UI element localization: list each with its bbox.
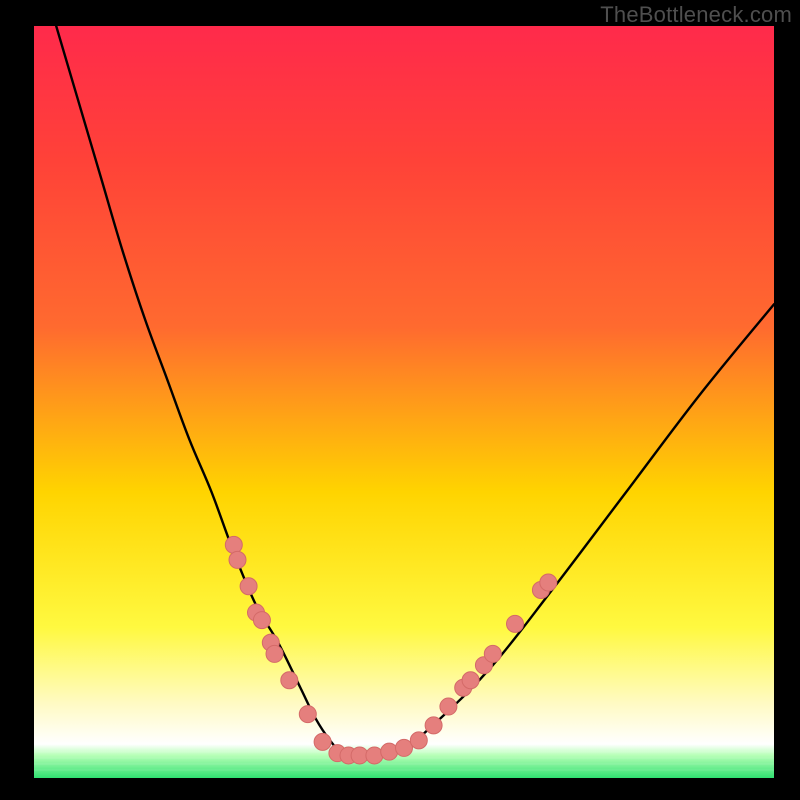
data-marker	[253, 612, 270, 629]
data-marker	[229, 551, 246, 568]
data-marker	[225, 536, 242, 553]
data-marker	[381, 743, 398, 760]
data-marker	[540, 574, 557, 591]
data-marker	[410, 732, 427, 749]
data-marker	[440, 698, 457, 715]
gradient-background	[34, 26, 774, 778]
chart-svg	[34, 26, 774, 778]
watermark-label: TheBottleneck.com	[600, 2, 792, 28]
chart-frame: TheBottleneck.com	[0, 0, 800, 800]
data-marker	[240, 578, 257, 595]
plot-area	[34, 26, 774, 778]
data-marker	[425, 717, 442, 734]
data-marker	[484, 645, 501, 662]
data-marker	[299, 706, 316, 723]
data-marker	[281, 672, 298, 689]
data-marker	[314, 733, 331, 750]
data-marker	[507, 615, 524, 632]
data-marker	[462, 672, 479, 689]
data-marker	[366, 747, 383, 764]
data-marker	[266, 645, 283, 662]
